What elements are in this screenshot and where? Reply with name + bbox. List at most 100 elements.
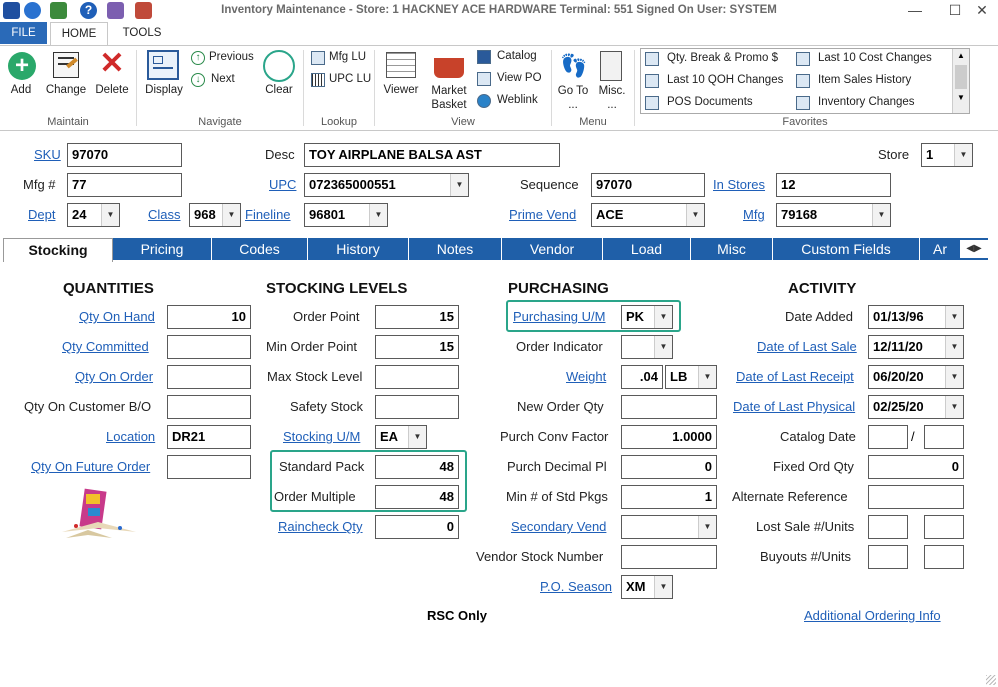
chevron-down-icon[interactable]: ▼ (954, 144, 972, 166)
qty-future-order-field[interactable] (167, 455, 251, 479)
weblink-button[interactable]: Weblink (497, 94, 538, 106)
chevron-down-icon[interactable]: ▼ (369, 204, 387, 226)
chevron-down-icon[interactable]: ▼ (698, 366, 716, 388)
class-link[interactable]: Class (148, 207, 181, 222)
tab-custom-fields[interactable]: Custom Fields (773, 238, 920, 260)
tab-pricing[interactable]: Pricing (113, 238, 212, 260)
display-button[interactable]: Display (141, 84, 187, 96)
qty-committed-field[interactable] (167, 335, 251, 359)
tab-codes[interactable]: Codes (212, 238, 308, 260)
minimize-button[interactable]: — (895, 0, 935, 22)
upc-link[interactable]: UPC (269, 177, 296, 192)
next-icon[interactable]: ↓ (191, 73, 205, 87)
lost-sale-count-field[interactable] (868, 515, 908, 539)
view-po-icon[interactable] (477, 72, 491, 86)
max-stock-level-field[interactable] (375, 365, 459, 389)
class-select[interactable]: 968 ▼ (189, 203, 241, 227)
date-last-physical-link[interactable]: Date of Last Physical (733, 399, 855, 414)
tab-stocking[interactable]: Stocking (3, 238, 113, 262)
add-icon[interactable]: + (8, 52, 36, 80)
chevron-down-icon[interactable]: ▼ (654, 576, 672, 598)
tools-tab[interactable]: TOOLS (112, 22, 172, 44)
additional-ordering-info-link[interactable]: Additional Ordering Info (804, 608, 941, 623)
secondary-vend-link[interactable]: Secondary Vend (511, 519, 606, 534)
previous-icon[interactable]: ↑ (191, 51, 205, 65)
dept-select[interactable]: 24 ▼ (67, 203, 120, 227)
alternate-reference-field[interactable] (868, 485, 964, 509)
chevron-down-icon[interactable]: ▼ (698, 516, 716, 538)
next-button[interactable]: Next (211, 73, 235, 85)
viewer-icon[interactable] (386, 52, 416, 78)
raincheck-qty-field[interactable]: 0 (375, 515, 459, 539)
favorite-item[interactable]: Item Sales History (818, 74, 911, 86)
chevron-down-icon[interactable]: ▼ (654, 306, 672, 328)
add-button[interactable]: Add (4, 84, 38, 96)
sequence-field[interactable]: 97070 (591, 173, 705, 197)
fineline-select[interactable]: 96801 ▼ (304, 203, 388, 227)
secondary-vend-select[interactable]: ▼ (621, 515, 717, 539)
close-button[interactable]: ✕ (962, 0, 998, 22)
mfg-link[interactable]: Mfg (743, 207, 765, 222)
dept-link[interactable]: Dept (28, 207, 55, 222)
qty-on-hand-field[interactable]: 10 (167, 305, 251, 329)
weight-field[interactable]: .04 (621, 365, 663, 389)
file-tab[interactable]: FILE (0, 22, 47, 44)
chevron-down-icon[interactable]: ▼ (945, 306, 963, 328)
location-link[interactable]: Location (106, 429, 155, 444)
clear-icon[interactable] (263, 50, 295, 82)
mfg-lu-button[interactable]: Mfg LU (329, 51, 366, 63)
min-std-pkgs-field[interactable]: 1 (621, 485, 717, 509)
sku-link[interactable]: SKU (34, 147, 61, 162)
fixed-ord-qty-field[interactable]: 0 (868, 455, 964, 479)
barcode-icon[interactable] (311, 73, 325, 87)
chevron-down-icon[interactable]: ▼ (945, 366, 963, 388)
date-last-physical-select[interactable]: 02/25/20 ▼ (868, 395, 964, 419)
favorite-item[interactable]: POS Documents (667, 96, 753, 108)
desc-field[interactable]: TOY AIRPLANE BALSA AST (304, 143, 560, 167)
vendor-stock-number-field[interactable] (621, 545, 717, 569)
date-last-receipt-select[interactable]: 06/20/20 ▼ (868, 365, 964, 389)
qty-committed-link[interactable]: Qty Committed (62, 339, 149, 354)
catalog-date-field-1[interactable] (868, 425, 908, 449)
upc-select[interactable]: 072365000551 ▼ (304, 173, 469, 197)
tab-history[interactable]: History (308, 238, 409, 260)
weight-link[interactable]: Weight (566, 369, 606, 384)
home-tab[interactable]: HOME (50, 22, 108, 46)
fineline-link[interactable]: Fineline (245, 207, 291, 222)
store-select[interactable]: 1 ▼ (921, 143, 973, 167)
favorites-scrollbar[interactable]: ▲ ▼ (952, 49, 969, 113)
chevron-down-icon[interactable]: ▼ (101, 204, 119, 226)
stocking-um-select[interactable]: EA ▼ (375, 425, 427, 449)
previous-button[interactable]: Previous (209, 51, 254, 63)
chevron-down-icon[interactable]: ▼ (654, 336, 672, 358)
date-last-receipt-link[interactable]: Date of Last Receipt (736, 369, 854, 384)
favorite-item[interactable]: Last 10 QOH Changes (667, 74, 783, 86)
view-po-button[interactable]: View PO (497, 72, 542, 84)
qty-on-order-field[interactable] (167, 365, 251, 389)
change-icon[interactable] (53, 52, 79, 78)
favorite-item[interactable]: Inventory Changes (818, 96, 915, 108)
chevron-down-icon[interactable]: ▼ (686, 204, 704, 226)
chevron-down-icon[interactable]: ▼ (945, 336, 963, 358)
tab-ar[interactable]: Ar (920, 238, 960, 260)
upc-lu-button[interactable]: UPC LU (329, 73, 371, 85)
raincheck-qty-link[interactable]: Raincheck Qty (278, 519, 363, 534)
lost-sale-units-field[interactable] (924, 515, 964, 539)
tab-scroll-arrows[interactable]: ◀▶ (960, 240, 988, 258)
chevron-down-icon[interactable]: ▼ (408, 426, 426, 448)
purch-decimal-field[interactable]: 0 (621, 455, 717, 479)
order-indicator-select[interactable]: ▼ (621, 335, 673, 359)
resize-grip[interactable] (986, 675, 996, 685)
qty-future-order-link[interactable]: Qty On Future Order (31, 459, 150, 474)
date-last-sale-link[interactable]: Date of Last Sale (757, 339, 857, 354)
qty-on-hand-link[interactable]: Qty On Hand (79, 309, 155, 324)
min-order-point-field[interactable]: 15 (375, 335, 459, 359)
chevron-down-icon[interactable]: ▼ (450, 174, 468, 196)
stocking-um-link[interactable]: Stocking U/M (283, 429, 360, 444)
display-icon[interactable] (147, 50, 179, 80)
goto-button[interactable]: Go To... (552, 84, 594, 112)
po-season-select[interactable]: XM ▼ (621, 575, 673, 599)
purch-conv-factor-field[interactable]: 1.0000 (621, 425, 717, 449)
sku-field[interactable]: 97070 (67, 143, 182, 167)
delete-button[interactable]: Delete (93, 84, 131, 96)
